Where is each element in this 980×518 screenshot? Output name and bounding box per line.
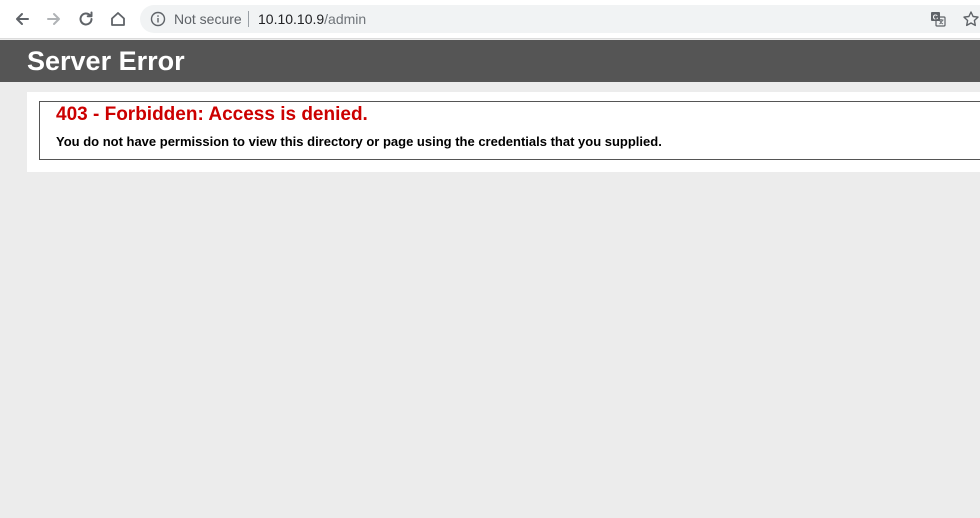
address-bar[interactable]: Not secure 10.10.10.9/admin G <box>140 5 980 33</box>
url-text[interactable]: 10.10.10.9/admin <box>258 11 366 27</box>
security-status-label[interactable]: Not secure <box>174 11 242 27</box>
error-title: 403 - Forbidden: Access is denied. <box>56 104 368 125</box>
forward-button[interactable] <box>42 7 66 31</box>
back-button[interactable] <box>10 7 34 31</box>
home-icon <box>111 12 125 26</box>
info-icon[interactable] <box>150 11 166 27</box>
browser-toolbar: Not secure 10.10.10.9/admin G <box>0 0 980 39</box>
url-path: /admin <box>324 11 367 27</box>
error-box: 403 - Forbidden: Access is denied. You d… <box>39 101 980 160</box>
page-header: Server Error <box>0 40 980 82</box>
error-message: You do not have permission to view this … <box>56 134 662 149</box>
reload-icon <box>79 11 93 26</box>
content-panel: 403 - Forbidden: Access is denied. You d… <box>27 92 980 172</box>
page-title: Server Error <box>27 46 185 76</box>
url-host: 10.10.10.9 <box>258 11 325 27</box>
address-divider <box>248 11 249 27</box>
forward-arrow-icon <box>47 13 60 25</box>
translate-icon[interactable]: G <box>930 11 946 27</box>
star-icon[interactable] <box>962 10 980 28</box>
reload-button[interactable] <box>74 7 98 31</box>
home-button[interactable] <box>106 7 130 31</box>
back-arrow-icon <box>16 13 29 25</box>
